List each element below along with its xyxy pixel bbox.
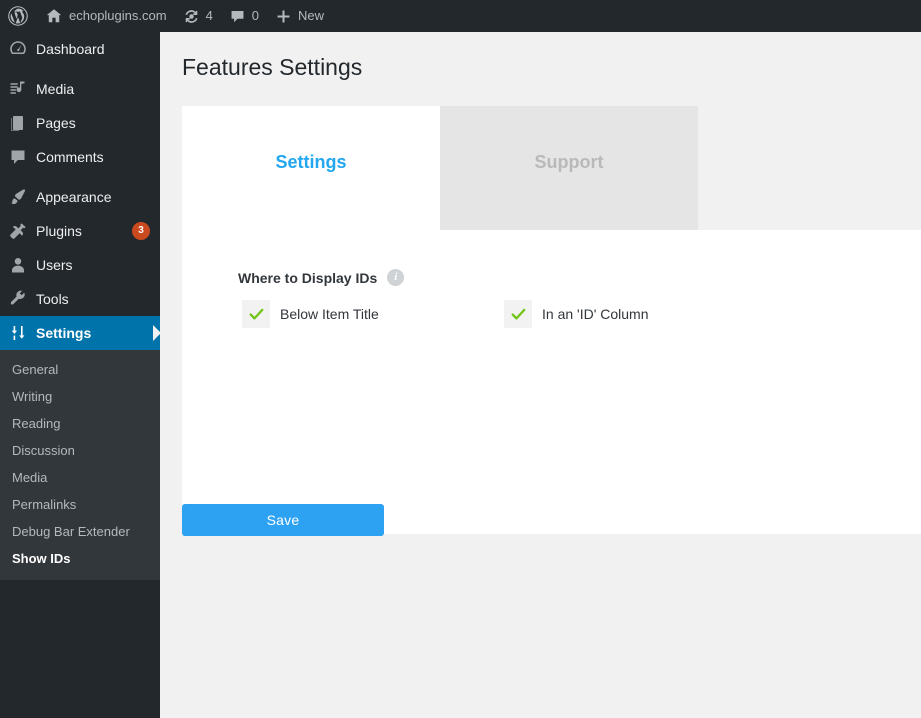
submenu-item-debug-bar-extender[interactable]: Debug Bar Extender [0,518,160,545]
checkbox-label: Below Item Title [280,306,379,322]
checkmark-icon [249,308,263,320]
where-to-display-ids-field: Where to Display IDs i Below Item Title [238,269,921,328]
settings-submenu: General Writing Reading Discussion Media… [0,350,160,580]
pages-icon [0,113,36,133]
sidebar-item-settings[interactable]: Settings [0,316,161,350]
updates-icon [183,8,200,25]
sidebar-item-label: Comments [36,149,104,165]
site-name-label: echoplugins.com [69,8,167,23]
field-label: Where to Display IDs [238,269,378,286]
settings-panel: Where to Display IDs i Below Item Title [182,230,921,534]
new-content-button[interactable]: New [267,0,332,32]
plugins-plug-icon [0,221,36,241]
sidebar-item-label: Tools [36,291,69,307]
comments-icon [0,147,36,167]
wordpress-logo-icon [8,6,28,26]
wordpress-logo-button[interactable] [0,0,37,32]
settings-box: Settings Support Where to Display IDs i [182,106,921,534]
checkbox-group: Below Item Title In an 'ID' Column [242,300,921,328]
comment-bubble-icon [229,8,246,25]
dashboard-icon [0,39,36,59]
comments-button[interactable]: 0 [221,0,267,32]
sidebar-item-media[interactable]: Media [0,72,160,106]
checkbox-label: In an 'ID' Column [542,306,649,322]
admin-menu: Dashboard Media Pages Comments Appearanc… [0,32,161,580]
settings-sliders-icon [0,323,36,343]
checkbox-box[interactable] [504,300,532,328]
sidebar-item-comments[interactable]: Comments [0,140,160,174]
home-icon [45,7,63,25]
appearance-brush-icon [0,187,36,207]
tab-support[interactable]: Support [440,106,698,230]
main-content: Features Settings Settings Support Where… [160,32,921,718]
save-button[interactable]: Save [182,504,384,536]
media-icon [0,79,36,99]
submenu-item-reading[interactable]: Reading [0,410,160,437]
checkbox-below-item-title[interactable]: Below Item Title [242,300,504,328]
sidebar-item-plugins[interactable]: Plugins 3 [0,214,160,248]
tab-support-label: Support [534,151,604,172]
checkmark-icon [511,308,525,320]
users-icon [0,255,36,275]
sidebar-item-label: Dashboard [36,41,105,57]
submenu-item-media[interactable]: Media [0,464,160,491]
sidebar-item-label: Plugins [36,223,82,239]
tools-wrench-icon [0,289,36,309]
page-title: Features Settings [182,54,363,80]
site-name-button[interactable]: echoplugins.com [37,0,175,32]
sidebar-item-label: Media [36,81,75,97]
checkbox-box[interactable] [242,300,270,328]
sidebar-item-label: Users [36,257,73,273]
sidebar-item-label: Settings [36,325,92,341]
updates-count: 4 [205,8,213,23]
field-header: Where to Display IDs i [238,269,921,286]
sidebar-item-appearance[interactable]: Appearance [0,180,160,214]
tab-bar: Settings Support [182,106,921,230]
sidebar-item-label: Pages [36,115,76,131]
submenu-item-permalinks[interactable]: Permalinks [0,491,160,518]
info-icon[interactable]: i [387,269,405,286]
submenu-item-writing[interactable]: Writing [0,383,160,410]
tab-settings[interactable]: Settings [182,106,440,230]
sidebar-item-tools[interactable]: Tools [0,282,160,316]
admin-sidebar: Dashboard Media Pages Comments Appearanc… [0,32,161,718]
updates-button[interactable]: 4 [175,0,221,32]
sidebar-item-label: Appearance [36,189,112,205]
sidebar-item-users[interactable]: Users [0,248,160,282]
new-content-label: New [298,8,325,23]
plugins-update-badge: 3 [132,222,150,240]
sidebar-item-dashboard[interactable]: Dashboard [0,32,160,66]
comments-count: 0 [251,8,260,23]
checkbox-in-an-id-column[interactable]: In an 'ID' Column [504,300,649,328]
tab-settings-label: Settings [275,151,347,172]
admin-bar: echoplugins.com 4 0 New [0,0,921,32]
submenu-item-show-ids[interactable]: Show IDs [0,545,160,572]
sidebar-item-pages[interactable]: Pages [0,106,160,140]
submenu-item-discussion[interactable]: Discussion [0,437,160,464]
submenu-item-general[interactable]: General [0,356,160,383]
plus-icon [275,8,292,25]
